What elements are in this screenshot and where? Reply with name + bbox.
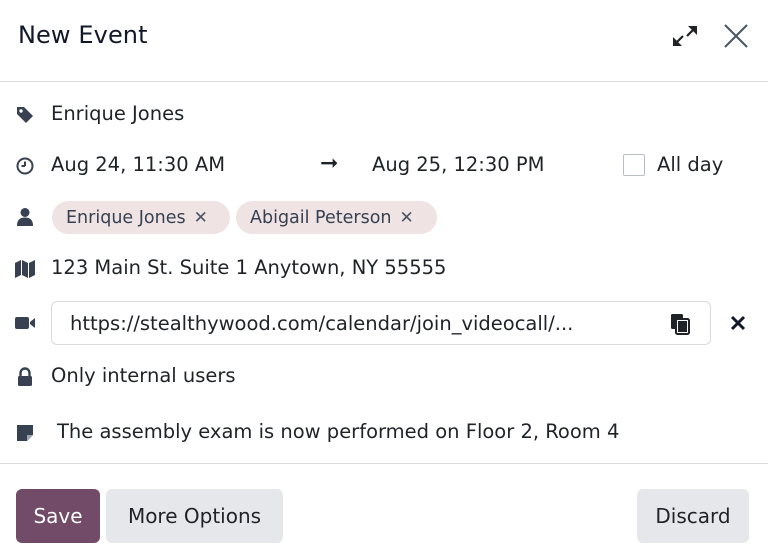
description-field[interactable]: The assembly exam is now performed on Fl…	[57, 420, 619, 443]
all-day-label[interactable]: All day	[657, 153, 723, 176]
privacy-field[interactable]: Only internal users	[51, 364, 236, 387]
start-datetime[interactable]: Aug 24, 11:30 AM	[51, 153, 225, 176]
date-arrow: ➞	[320, 151, 339, 176]
clock-icon	[13, 154, 37, 178]
end-datetime[interactable]: Aug 25, 12:30 PM	[372, 153, 544, 176]
remove-attendee-icon[interactable]: ✕	[400, 208, 414, 228]
tag-icon	[13, 103, 37, 127]
lock-icon	[13, 365, 37, 389]
sticky-note-icon	[13, 421, 37, 445]
close-button[interactable]	[720, 20, 752, 52]
discard-button[interactable]: Discard	[637, 489, 749, 543]
all-day-checkbox[interactable]	[623, 154, 645, 176]
user-icon	[13, 205, 37, 229]
clear-icon	[730, 315, 746, 331]
attendee-name: Abigail Peterson	[250, 207, 392, 228]
more-options-button[interactable]: More Options	[106, 489, 283, 543]
map-icon	[13, 257, 37, 281]
dialog-title: New Event	[18, 21, 148, 49]
event-name[interactable]: Enrique Jones	[51, 102, 184, 125]
expand-button[interactable]	[670, 24, 700, 48]
attendee-name: Enrique Jones	[66, 207, 186, 228]
expand-icon	[673, 26, 697, 46]
copy-icon	[671, 314, 690, 335]
location-field[interactable]: 123 Main St. Suite 1 Anytown, NY 55555	[51, 256, 446, 279]
attendee-tag[interactable]: Enrique Jones ✕	[52, 201, 230, 234]
save-button[interactable]: Save	[16, 489, 100, 543]
close-icon	[724, 24, 748, 48]
videocall-url: https://stealthywood.com/calendar/join_v…	[70, 312, 574, 335]
dialog-header: New Event	[0, 0, 768, 82]
videocall-url-input[interactable]: https://stealthywood.com/calendar/join_v…	[51, 301, 711, 345]
copy-button[interactable]	[669, 312, 691, 336]
remove-attendee-icon[interactable]: ✕	[194, 208, 208, 228]
clear-videocall-button[interactable]	[727, 312, 749, 334]
video-camera-icon	[13, 311, 37, 335]
attendee-tag[interactable]: Abigail Peterson ✕	[236, 201, 437, 234]
